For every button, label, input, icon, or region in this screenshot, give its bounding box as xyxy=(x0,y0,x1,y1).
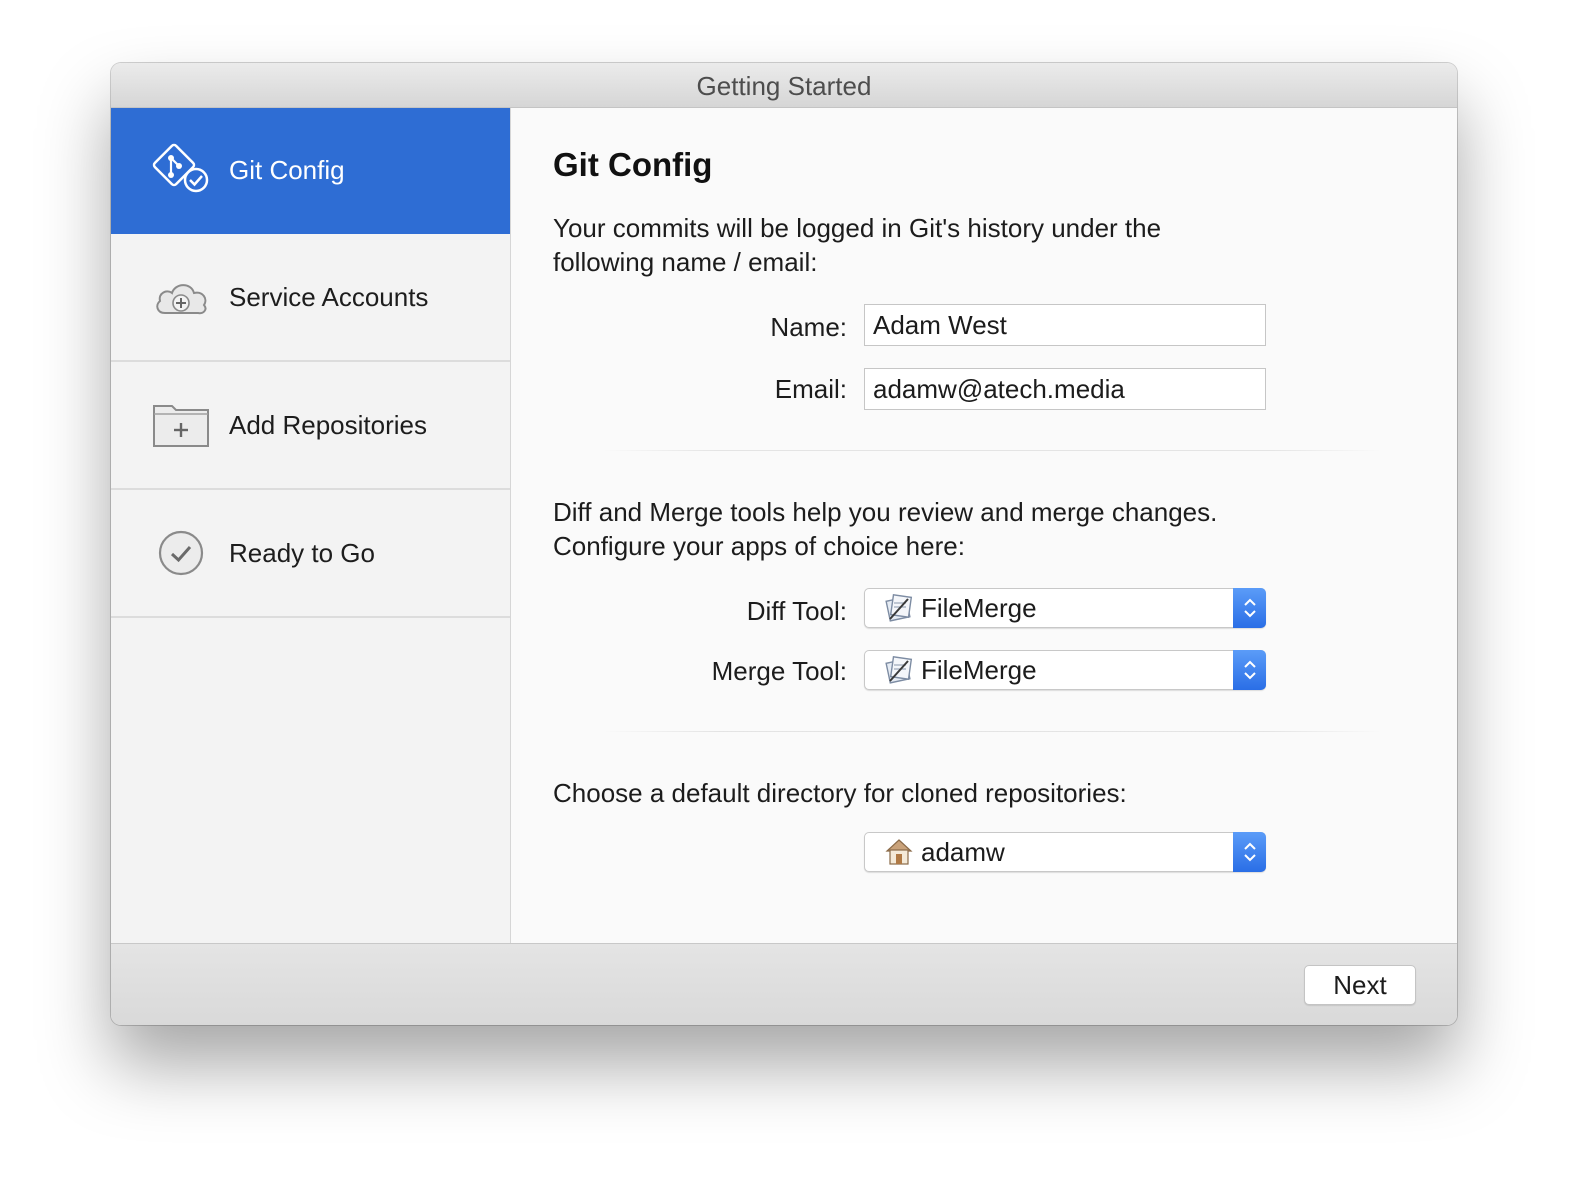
cloud-plus-icon xyxy=(151,267,211,327)
section-divider xyxy=(602,450,1382,451)
name-field[interactable] xyxy=(864,304,1266,346)
identity-description: Your commits will be logged in Git's his… xyxy=(553,213,1162,277)
getting-started-window: Getting Started Git Config Service Accou… xyxy=(111,63,1457,1025)
checkmark-circle-icon xyxy=(151,523,211,583)
directory-select[interactable]: adamw xyxy=(864,832,1266,872)
sidebar: Git Config Service Accounts Add Reposito… xyxy=(111,108,511,943)
page-title: Git Config xyxy=(553,146,713,183)
section-divider xyxy=(602,731,1382,732)
directory-description: Choose a default directory for cloned re… xyxy=(553,778,1127,808)
diff-tool-label: Diff Tool: xyxy=(746,596,847,626)
directory-value: adamw xyxy=(921,836,1005,867)
email-field[interactable] xyxy=(864,368,1266,410)
next-button[interactable]: Next xyxy=(1304,965,1416,1005)
diff-tool-select[interactable]: FileMerge xyxy=(864,588,1266,628)
merge-tool-value: FileMerge xyxy=(921,654,1037,685)
sidebar-item-label: Add Repositories xyxy=(229,409,427,440)
sidebar-item-git-config[interactable]: Git Config xyxy=(111,108,510,234)
email-label: Email: xyxy=(774,374,847,404)
folder-plus-icon xyxy=(151,395,211,455)
main-panel: Git Config Your commits will be logged i… xyxy=(512,108,1457,943)
chevron-updown-icon xyxy=(1233,588,1266,628)
footer-bar: Next xyxy=(111,943,1457,1025)
sidebar-item-label: Ready to Go xyxy=(229,537,375,568)
merge-tool-select[interactable]: FileMerge xyxy=(864,650,1266,690)
merge-tool-label: Merge Tool: xyxy=(711,656,847,686)
filemerge-icon xyxy=(883,592,915,624)
chevron-updown-icon xyxy=(1233,650,1266,690)
name-label: Name: xyxy=(770,312,847,342)
window-title: Getting Started xyxy=(111,63,1457,108)
tools-description: Diff and Merge tools help you review and… xyxy=(553,497,1218,561)
git-config-icon xyxy=(151,140,211,200)
chevron-updown-icon xyxy=(1233,832,1266,872)
sidebar-item-service-accounts[interactable]: Service Accounts xyxy=(111,234,510,362)
filemerge-icon xyxy=(883,654,915,686)
home-folder-icon xyxy=(883,836,915,868)
diff-tool-value: FileMerge xyxy=(921,592,1037,623)
sidebar-item-ready-to-go[interactable]: Ready to Go xyxy=(111,490,510,618)
sidebar-item-label: Service Accounts xyxy=(229,281,429,312)
sidebar-item-add-repositories[interactable]: Add Repositories xyxy=(111,362,510,490)
sidebar-item-label: Git Config xyxy=(229,154,345,185)
